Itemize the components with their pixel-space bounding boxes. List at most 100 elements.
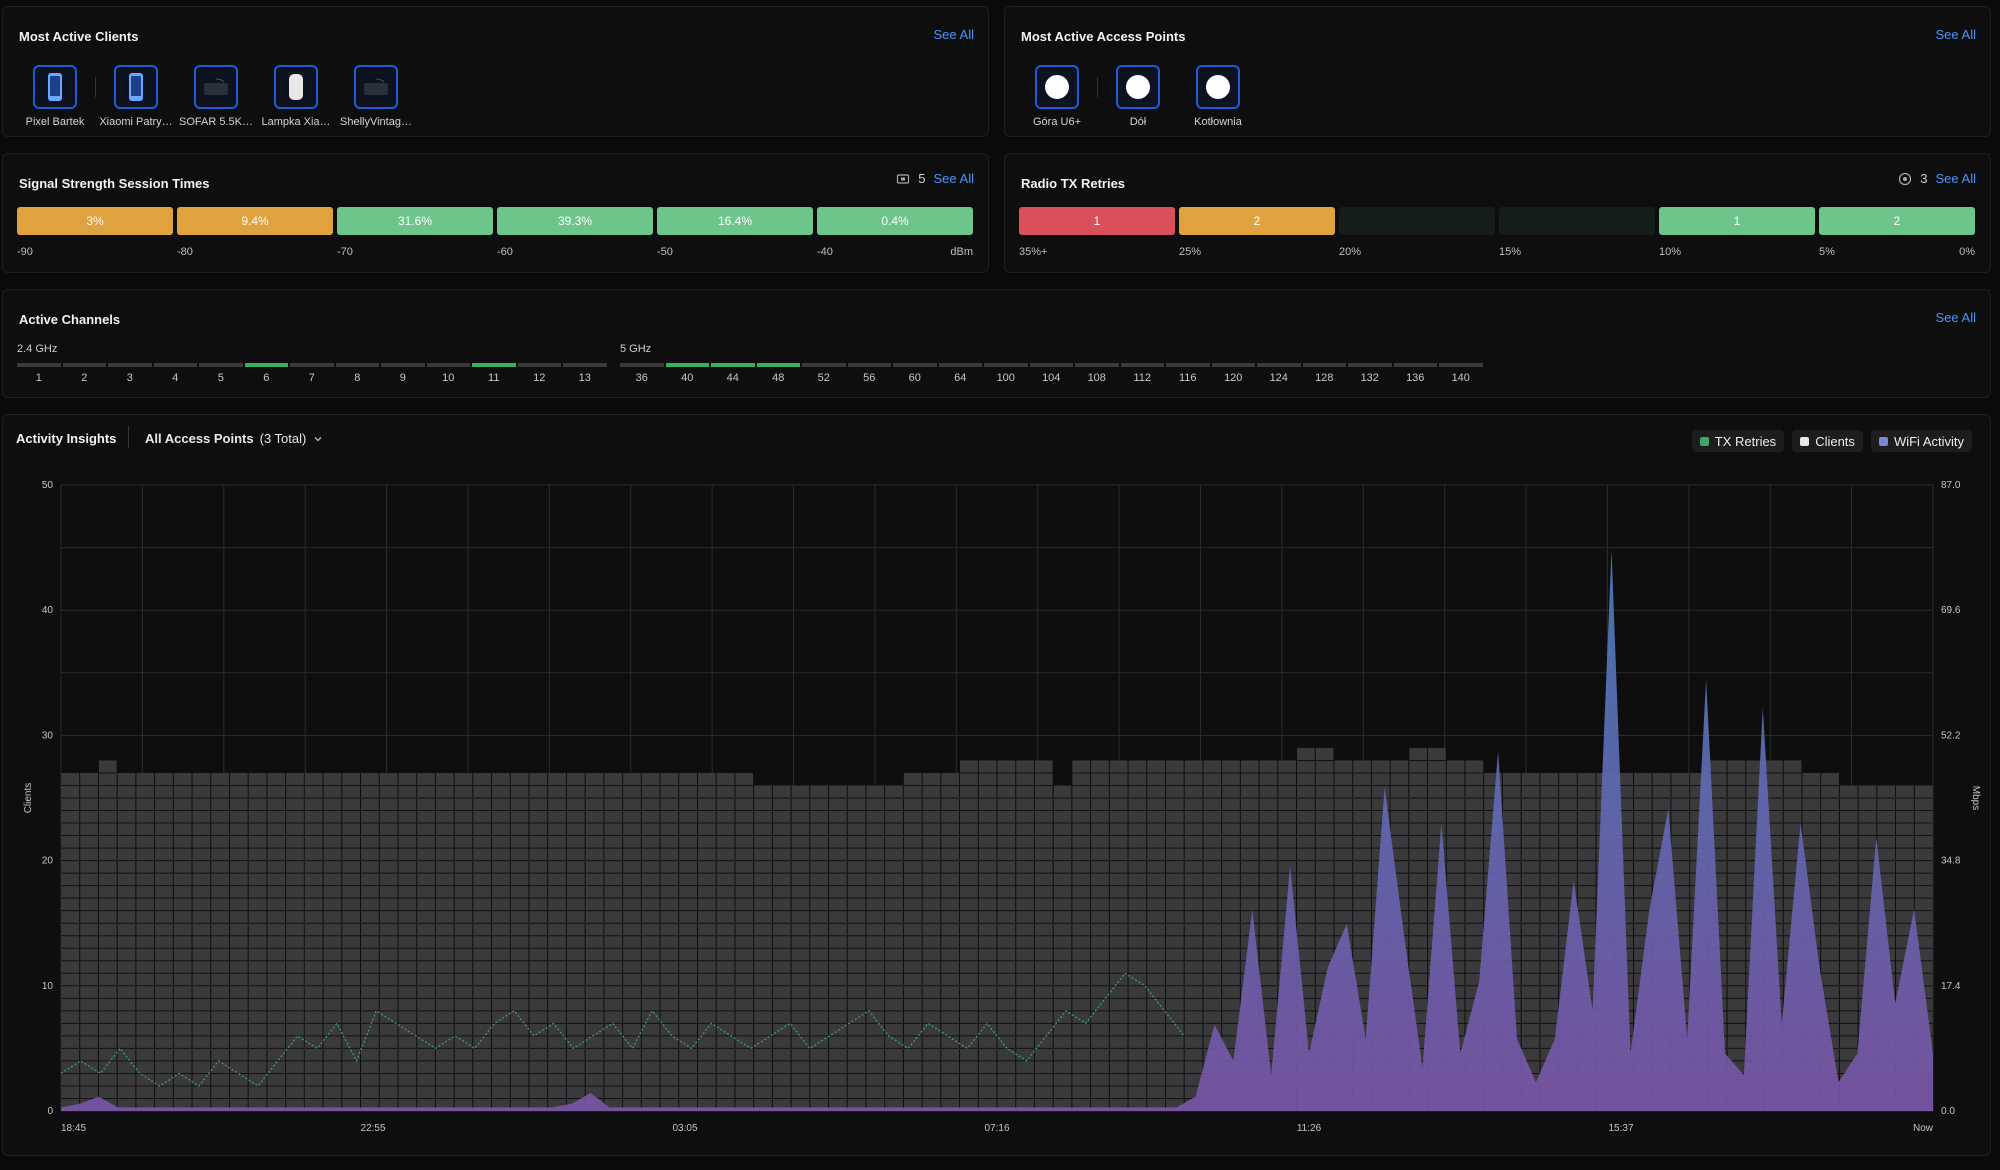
client-tile[interactable]: ShellyVintag… [336, 65, 416, 128]
clients-bar[interactable] [604, 772, 623, 1111]
clients-bar[interactable] [286, 772, 304, 1111]
signal-segment[interactable]: 9.4% [177, 207, 333, 235]
clients-bar[interactable] [829, 785, 847, 1111]
client-tile[interactable]: Pixel Bartek [15, 65, 95, 128]
clients-see-all-link[interactable]: See All [934, 27, 974, 42]
clients-bar[interactable] [1147, 760, 1165, 1111]
clients-bar[interactable] [997, 760, 1016, 1111]
clients-bar[interactable] [361, 772, 379, 1111]
clients-bar[interactable] [1053, 785, 1072, 1111]
ch5-channel-bar[interactable] [1348, 363, 1392, 367]
signal-segment[interactable]: 39.3% [497, 207, 653, 235]
ch24-channel-bar[interactable] [199, 363, 243, 367]
ch24-channel-bar[interactable] [472, 363, 516, 367]
clients-bar[interactable] [922, 772, 941, 1111]
ch24-channel-bar[interactable] [426, 363, 470, 367]
clients-bar[interactable] [941, 772, 960, 1111]
client-tile[interactable]: Lampka Xia… [256, 65, 336, 128]
clients-bar[interactable] [585, 772, 604, 1111]
ch5-channel-bar[interactable] [847, 363, 891, 367]
ch5-channel-bar[interactable] [1029, 363, 1073, 367]
clients-bar[interactable] [1072, 760, 1091, 1111]
clients-bar[interactable] [473, 772, 492, 1111]
clients-bar[interactable] [716, 772, 735, 1111]
access-point-tile[interactable]: Dół [1098, 65, 1178, 128]
clients-bar[interactable] [155, 772, 173, 1111]
ch24-channel-bar[interactable] [381, 363, 425, 367]
clients-bar[interactable] [1091, 760, 1109, 1111]
ch5-channel-bar[interactable] [1211, 363, 1255, 367]
clients-bar[interactable] [697, 772, 716, 1111]
ch24-channel-bar[interactable] [563, 363, 607, 367]
clients-bar[interactable] [866, 785, 885, 1111]
clients-bar[interactable] [791, 785, 810, 1111]
tx-retries-segment[interactable]: 1 [1659, 207, 1815, 235]
clients-bar[interactable] [641, 772, 660, 1111]
ch5-channel-bar[interactable] [938, 363, 982, 367]
clients-bar[interactable] [1184, 760, 1203, 1111]
wifi-activity-area[interactable] [61, 549, 1933, 1111]
ch24-channel-bar[interactable] [290, 363, 334, 367]
clients-bar[interactable] [660, 772, 679, 1111]
clients-bar[interactable] [454, 772, 473, 1111]
ch24-channel-bar[interactable] [108, 363, 152, 367]
ch5-channel-bar[interactable] [1439, 363, 1483, 367]
clients-bar[interactable] [978, 760, 997, 1111]
client-tile[interactable]: Xiaomi Patry… [96, 65, 176, 128]
clients-bar[interactable] [960, 760, 978, 1111]
tx-retries-line[interactable] [60, 972, 1185, 1087]
clients-bar[interactable] [566, 772, 585, 1111]
tx-retries-segment[interactable] [1499, 207, 1655, 235]
clients-bar[interactable] [98, 760, 117, 1111]
clients-bar[interactable] [735, 772, 754, 1111]
clients-bar[interactable] [248, 772, 267, 1111]
ch24-channel-bar[interactable] [244, 363, 288, 367]
ch24-channel-bar[interactable] [62, 363, 106, 367]
ch5-channel-bar[interactable] [1120, 363, 1164, 367]
ch5-channel-bar[interactable] [1302, 363, 1346, 367]
clients-bar[interactable] [492, 772, 510, 1111]
signal-segment[interactable]: 3% [17, 207, 173, 235]
clients-bar[interactable] [548, 772, 566, 1111]
client-tile[interactable]: SOFAR 5.5K… [176, 65, 256, 128]
clients-bar[interactable] [192, 772, 211, 1111]
signal-segment[interactable]: 31.6% [337, 207, 493, 235]
ch5-channel-bar[interactable] [1075, 363, 1119, 367]
clients-bar[interactable] [754, 785, 772, 1111]
ch5-channel-bar[interactable] [711, 363, 755, 367]
clients-bar[interactable] [1165, 760, 1184, 1111]
clients-bar[interactable] [510, 772, 529, 1111]
signal-segment[interactable]: 0.4% [817, 207, 973, 235]
clients-bar[interactable] [623, 772, 641, 1111]
clients-bar[interactable] [267, 772, 286, 1111]
aps-see-all-link[interactable]: See All [1936, 27, 1976, 42]
clients-bar[interactable] [211, 772, 229, 1111]
clients-bar[interactable] [80, 772, 98, 1111]
clients-bar[interactable] [679, 772, 697, 1111]
tx-retries-segment[interactable]: 2 [1179, 207, 1335, 235]
ch5-channel-bar[interactable] [802, 363, 846, 367]
clients-bar[interactable] [1034, 760, 1053, 1111]
clients-bar[interactable] [1109, 760, 1128, 1111]
ch24-channel-bar[interactable] [153, 363, 197, 367]
ch24-channel-bar[interactable] [335, 363, 379, 367]
clients-bar[interactable] [229, 772, 248, 1111]
clients-bar[interactable] [379, 772, 398, 1111]
ch5-channel-bar[interactable] [984, 363, 1028, 367]
tx-retries-segment[interactable]: 1 [1019, 207, 1175, 235]
legend-wifi-activity[interactable]: WiFi Activity [1870, 430, 1972, 452]
ch5-channel-bar[interactable] [1393, 363, 1437, 367]
clients-bar[interactable] [304, 772, 323, 1111]
ch5-channel-bar[interactable] [1257, 363, 1301, 367]
legend-tx-retries[interactable]: TX Retries [1691, 430, 1785, 452]
clients-bar[interactable] [173, 772, 192, 1111]
clients-bar[interactable] [1016, 760, 1034, 1111]
clients-bar[interactable] [435, 772, 454, 1111]
clients-bar[interactable] [61, 772, 80, 1111]
signal-segment[interactable]: 16.4% [657, 207, 813, 235]
clients-bar[interactable] [136, 772, 155, 1111]
access-point-tile[interactable]: Kotłownia [1178, 65, 1258, 128]
clients-bar[interactable] [847, 785, 866, 1111]
clients-bar[interactable] [323, 772, 342, 1111]
clients-bar[interactable] [529, 772, 548, 1111]
